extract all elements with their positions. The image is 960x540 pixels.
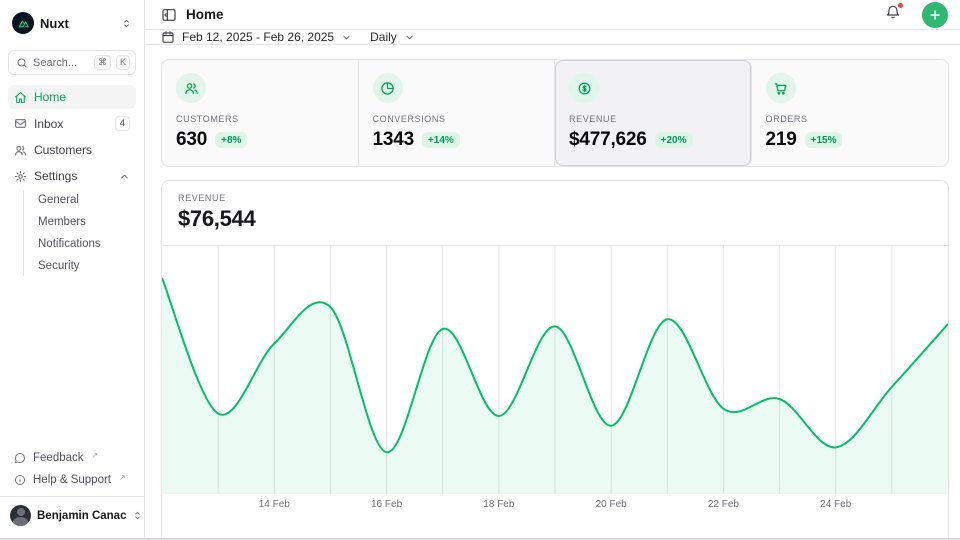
sidebar-item-label: Customers bbox=[34, 143, 130, 157]
sidebar-item-inbox[interactable]: Inbox 4 bbox=[8, 111, 136, 136]
stat-label: CONVERSIONS bbox=[373, 114, 541, 124]
chart-header: REVENUE $76,544 bbox=[162, 181, 948, 246]
area-chart-svg bbox=[162, 246, 948, 494]
calendar-icon bbox=[161, 30, 175, 44]
plus-icon bbox=[928, 8, 942, 22]
kbd-meta: ⌘ bbox=[94, 55, 111, 70]
chart-metric-label: REVENUE bbox=[178, 193, 932, 203]
dollar-circle-icon bbox=[569, 73, 599, 103]
sidebar-item-customers[interactable]: Customers bbox=[8, 138, 136, 162]
sidebar-item-label: Settings bbox=[34, 169, 112, 183]
search-placeholder: Search... bbox=[33, 57, 89, 69]
stat-card-customers[interactable]: CUSTOMERS 630 +8% bbox=[162, 60, 359, 166]
chevron-down-icon bbox=[341, 32, 352, 43]
x-axis-tick-label: 14 Feb bbox=[259, 499, 290, 510]
revenue-area-chart[interactable] bbox=[162, 246, 948, 494]
stat-card-revenue[interactable]: REVENUE $477,626 +20% bbox=[555, 60, 752, 166]
page-header: Home bbox=[145, 0, 960, 30]
stat-delta-badge: +15% bbox=[805, 132, 843, 148]
x-axis-tick-label: 18 Feb bbox=[483, 499, 514, 510]
feedback-label: Feedback bbox=[33, 452, 84, 464]
help-support-label: Help & Support bbox=[33, 474, 111, 486]
filters-toolbar: Feb 12, 2025 - Feb 26, 2025 Daily bbox=[145, 30, 960, 45]
feedback-link[interactable]: Feedback ↗ bbox=[8, 448, 136, 468]
external-link-icon: ↗ bbox=[119, 473, 126, 482]
inbox-count-badge: 4 bbox=[115, 116, 130, 131]
cart-icon bbox=[766, 73, 796, 103]
sidebar-subitem-members[interactable]: Members bbox=[36, 212, 136, 232]
x-axis-tick-label: 22 Feb bbox=[708, 499, 739, 510]
sidebar-item-label: Home bbox=[34, 90, 130, 104]
date-range-picker[interactable]: Feb 12, 2025 - Feb 26, 2025 bbox=[161, 30, 352, 44]
stat-value: 219 bbox=[766, 129, 797, 151]
chat-bubble-icon bbox=[14, 452, 26, 464]
date-range-label: Feb 12, 2025 - Feb 26, 2025 bbox=[182, 30, 334, 44]
user-name: Benjamin Canac bbox=[37, 510, 126, 522]
kbd-k: K bbox=[116, 55, 130, 70]
chevron-up-icon bbox=[119, 171, 130, 182]
notifications-button[interactable] bbox=[881, 0, 905, 29]
settings-submenu: General Members Notifications Security bbox=[23, 190, 136, 276]
chevron-expand-icon bbox=[121, 18, 132, 29]
notification-dot bbox=[897, 2, 904, 9]
team-name: Nuxt bbox=[40, 16, 115, 31]
stat-value: 630 bbox=[176, 129, 207, 151]
stat-card-conversions[interactable]: CONVERSIONS 1343 +14% bbox=[359, 60, 556, 166]
x-axis-tick-label: 20 Feb bbox=[596, 499, 627, 510]
pie-chart-icon bbox=[373, 73, 403, 103]
gear-icon bbox=[14, 170, 27, 183]
sidebar-item-home[interactable]: Home bbox=[8, 85, 136, 109]
x-axis-labels: 14 Feb 16 Feb 18 Feb 20 Feb 22 Feb 24 Feb bbox=[162, 494, 948, 518]
info-circle-icon bbox=[14, 474, 26, 486]
help-support-link[interactable]: Help & Support ↗ bbox=[8, 470, 136, 490]
users-icon bbox=[176, 73, 206, 103]
stat-delta-badge: +20% bbox=[655, 132, 693, 148]
sidebar-spacer bbox=[8, 276, 136, 448]
stats-row: CUSTOMERS 630 +8% CONVERSIONS 1343 +14% bbox=[161, 59, 949, 167]
team-switcher[interactable]: Nuxt bbox=[8, 8, 136, 38]
sidebar: Nuxt Search... ⌘ K Home bbox=[0, 0, 145, 540]
inbox-icon bbox=[14, 117, 27, 130]
stat-card-orders[interactable]: ORDERS 219 +15% bbox=[752, 60, 949, 166]
external-link-icon: ↗ bbox=[92, 451, 99, 460]
revenue-chart-card: REVENUE $76,544 14 Feb 16 Feb 18 Feb 20 Feb… bbox=[161, 180, 949, 540]
stat-label: ORDERS bbox=[766, 114, 935, 124]
granularity-label: Daily bbox=[370, 30, 397, 44]
app-window: Nuxt Search... ⌘ K Home bbox=[0, 0, 960, 540]
search-input[interactable]: Search... ⌘ K bbox=[8, 50, 136, 75]
main-area: Home Feb 12, 2025 - Feb 26, 2025 bbox=[145, 0, 960, 540]
avatar bbox=[10, 505, 31, 526]
users-icon bbox=[14, 144, 27, 157]
x-axis-tick-label: 24 Feb bbox=[820, 499, 851, 510]
sidebar-item-label: Inbox bbox=[34, 117, 108, 131]
sidebar-subitem-notifications[interactable]: Notifications bbox=[36, 234, 136, 254]
stat-delta-badge: +8% bbox=[215, 132, 247, 148]
page-title: Home bbox=[186, 7, 224, 22]
granularity-select[interactable]: Daily bbox=[370, 30, 415, 44]
sidebar-subitem-security[interactable]: Security bbox=[36, 256, 136, 276]
chevron-down-icon bbox=[404, 32, 415, 43]
sidebar-subitem-general[interactable]: General bbox=[36, 190, 136, 210]
chevron-expand-icon bbox=[132, 510, 143, 521]
stat-label: CUSTOMERS bbox=[176, 114, 344, 124]
sidebar-nav: Home Inbox 4 Customers Settings bbox=[8, 85, 136, 276]
sidebar-item-settings[interactable]: Settings bbox=[8, 164, 136, 188]
user-menu[interactable]: Benjamin Canac bbox=[0, 496, 144, 532]
panel-left-collapse-icon[interactable] bbox=[161, 7, 177, 23]
add-button[interactable] bbox=[922, 2, 948, 28]
stat-label: REVENUE bbox=[569, 114, 737, 124]
stat-value: $477,626 bbox=[569, 129, 647, 151]
stat-delta-badge: +14% bbox=[422, 132, 460, 148]
stat-value: 1343 bbox=[373, 129, 414, 151]
nuxt-logo-icon bbox=[12, 12, 34, 34]
search-icon bbox=[16, 57, 28, 69]
chart-metric-value: $76,544 bbox=[178, 206, 932, 232]
dashboard-content: CUSTOMERS 630 +8% CONVERSIONS 1343 +14% bbox=[145, 45, 960, 540]
sidebar-footer: Feedback ↗ Help & Support ↗ bbox=[8, 448, 136, 496]
home-icon bbox=[14, 91, 27, 104]
x-axis-tick-label: 16 Feb bbox=[371, 499, 402, 510]
